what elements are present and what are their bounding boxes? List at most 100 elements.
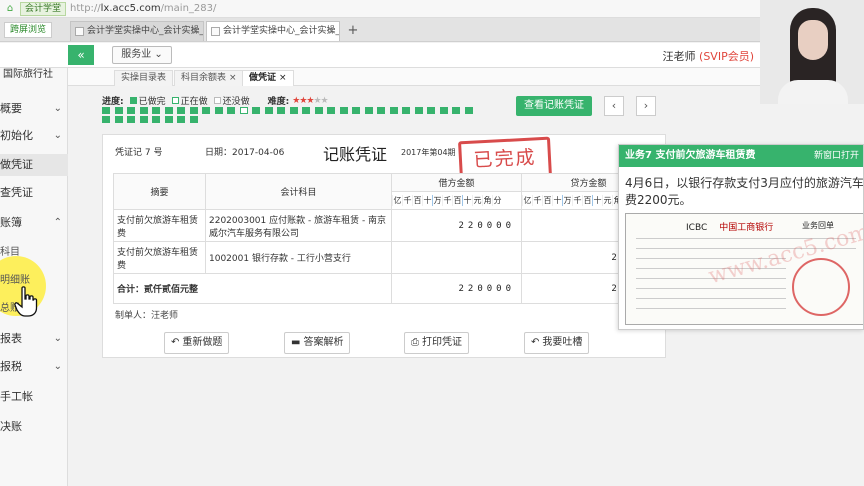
close-icon[interactable]: ×: [191, 22, 199, 41]
feedback-button[interactable]: ↶ 我要吐槽: [524, 332, 590, 354]
chevron-down-icon: ⌄: [53, 103, 62, 114]
collapse-sidebar-button[interactable]: «: [68, 45, 94, 65]
back-arrow-icon: ↶: [171, 337, 180, 348]
progress-square[interactable]: [139, 107, 148, 114]
browser-tab-active[interactable]: 会计学堂实操中心_会计实操_会... ×: [206, 21, 340, 41]
browser-tab[interactable]: 会计学堂实操中心_会计实操_会... ×: [70, 21, 204, 41]
chevron-down-icon: ⌄: [53, 333, 62, 344]
business-title: 业务7 支付前欠旅游车租赁费 新窗口打开: [619, 145, 863, 167]
url-text[interactable]: http://lx.acc5.com/main_283/: [70, 3, 216, 14]
business-panel: 业务7 支付前欠旅游车租赁费 新窗口打开 4月6日，以银行存款支付3月应付的旅游汽…: [618, 144, 864, 330]
progress-square[interactable]: [189, 116, 198, 123]
sidebar-item-overview[interactable]: 概要 ⌄: [0, 98, 68, 120]
difficulty-stars: ★★★★★: [292, 95, 328, 106]
business-type-dropdown[interactable]: 服务业 ⌄: [112, 46, 172, 64]
close-icon: ×: [229, 73, 237, 83]
progress-square[interactable]: [314, 107, 323, 114]
progress-square[interactable]: [114, 107, 123, 114]
progress-square[interactable]: [389, 107, 398, 114]
progress-square[interactable]: [164, 116, 173, 123]
voucher-number: 凭证记 7 号: [115, 148, 163, 158]
row-account[interactable]: 1002001 银行存款 - 工行小营支行: [205, 241, 392, 274]
sidebar-item-reports[interactable]: 报表 ⌄: [0, 328, 68, 350]
progress-square[interactable]: [439, 107, 448, 114]
progress-square[interactable]: [102, 107, 110, 114]
total-debit: 220000: [391, 273, 522, 304]
sidebar-item-books[interactable]: 账簿 ⌃: [0, 212, 68, 234]
sidebar-item-check-voucher[interactable]: 查凭证: [0, 182, 68, 204]
answer-button[interactable]: ▬ 答案解析: [284, 332, 351, 354]
sidebar-item-subject[interactable]: 科目: [0, 242, 68, 264]
row-summary[interactable]: 支付前欠旅游车租赁费: [113, 241, 206, 274]
new-tab-button[interactable]: +: [344, 21, 362, 41]
address-bar[interactable]: ⌂ 会计学堂 http://lx.acc5.com/main_283/: [0, 0, 864, 18]
row-debit[interactable]: [391, 241, 522, 274]
row-account[interactable]: 2202003001 应付账款 - 旅游车租赁 - 南京威尔汽车服务有限公司: [205, 209, 392, 242]
progress-square[interactable]: [214, 107, 223, 114]
next-page-button[interactable]: ›: [636, 96, 656, 116]
progress-square[interactable]: [302, 107, 310, 114]
screen-mode-button[interactable]: 跨屏浏览: [4, 22, 53, 38]
bank-receipt-image[interactable]: ICBC 中国工商银行 业务回单 www.acc5.com: [625, 213, 863, 325]
company-name: 国际旅行社: [3, 69, 53, 80]
tab-make-voucher[interactable]: 做凭证 ×: [242, 70, 294, 86]
home-icon[interactable]: ⌂: [4, 3, 16, 15]
progress-square[interactable]: [164, 107, 173, 114]
progress-square[interactable]: [289, 107, 298, 114]
prev-page-button[interactable]: ‹: [604, 96, 624, 116]
sidebar-item-close[interactable]: 决账: [0, 416, 68, 438]
redo-button[interactable]: ↶ 重新做题: [164, 332, 230, 354]
legend-none-swatch: [213, 97, 221, 104]
progress-square[interactable]: [277, 107, 285, 114]
voucher-title: 记账凭证: [323, 145, 388, 164]
progress-square[interactable]: [239, 107, 248, 114]
voucher-date: 日期：2017-04-06: [205, 148, 285, 158]
col-account-header: 会计科目: [205, 173, 392, 210]
sidebar-item-manual[interactable]: 手工帐: [0, 386, 68, 408]
progress-square[interactable]: [352, 107, 360, 114]
progress-square[interactable]: [402, 107, 410, 114]
new-window-link[interactable]: 新窗口打开: [814, 145, 859, 167]
sidebar-item-make-voucher[interactable]: 做凭证: [0, 154, 68, 176]
sidebar-item-init[interactable]: 初始化 ⌄: [0, 125, 68, 147]
bank-seal: [792, 258, 850, 316]
progress-square[interactable]: [364, 107, 373, 114]
voucher-panel: 凭证记 7 号 日期：2017-04-06 记账凭证 2017年第04期 已完成…: [102, 134, 666, 358]
user-name[interactable]: 汪老师 (SVIP会员): [663, 48, 754, 64]
progress-square[interactable]: [152, 116, 160, 123]
site-badge: 会计学堂: [20, 1, 67, 16]
progress-square[interactable]: [152, 107, 160, 114]
row-debit[interactable]: 220000: [391, 209, 522, 242]
print-button[interactable]: ⎙ 打印凭证: [404, 332, 469, 354]
progress-square[interactable]: [264, 107, 273, 114]
tab-practice-list[interactable]: 实操目录表: [114, 70, 174, 86]
progress-square[interactable]: [114, 116, 123, 123]
close-icon[interactable]: ×: [327, 22, 335, 41]
progress-square[interactable]: [414, 107, 423, 114]
progress-square[interactable]: [139, 116, 148, 123]
progress-square[interactable]: [177, 116, 185, 123]
progress-square[interactable]: [377, 107, 385, 114]
chevron-down-icon: ⌄: [53, 130, 62, 141]
folder-icon: ▬: [291, 337, 301, 348]
sidebar-item-tax[interactable]: 报税 ⌄: [0, 356, 68, 378]
progress-square[interactable]: [227, 107, 235, 114]
row-summary[interactable]: 支付前欠旅游车租赁费: [113, 209, 206, 242]
progress-square[interactable]: [127, 107, 135, 114]
progress-square[interactable]: [339, 107, 348, 114]
progress-square[interactable]: [427, 107, 435, 114]
progress-square[interactable]: [177, 107, 185, 114]
progress-square[interactable]: [127, 116, 135, 123]
chevron-up-icon: ⌃: [53, 217, 62, 228]
progress-square[interactable]: [202, 107, 210, 114]
view-voucher-button[interactable]: 查看记账凭证: [516, 96, 592, 116]
progress-square[interactable]: [252, 107, 260, 114]
progress-square[interactable]: [189, 107, 198, 114]
progress-square[interactable]: [102, 116, 110, 123]
total-row: 合计：贰仟贰佰元整 220000 2200: [113, 273, 656, 304]
progress-square[interactable]: [452, 107, 460, 114]
tab-balance-sheet[interactable]: 科目余额表 ×: [174, 70, 244, 86]
progress-square[interactable]: [464, 107, 473, 114]
col-summary-header: 摘要: [113, 173, 206, 210]
progress-square[interactable]: [327, 107, 335, 114]
